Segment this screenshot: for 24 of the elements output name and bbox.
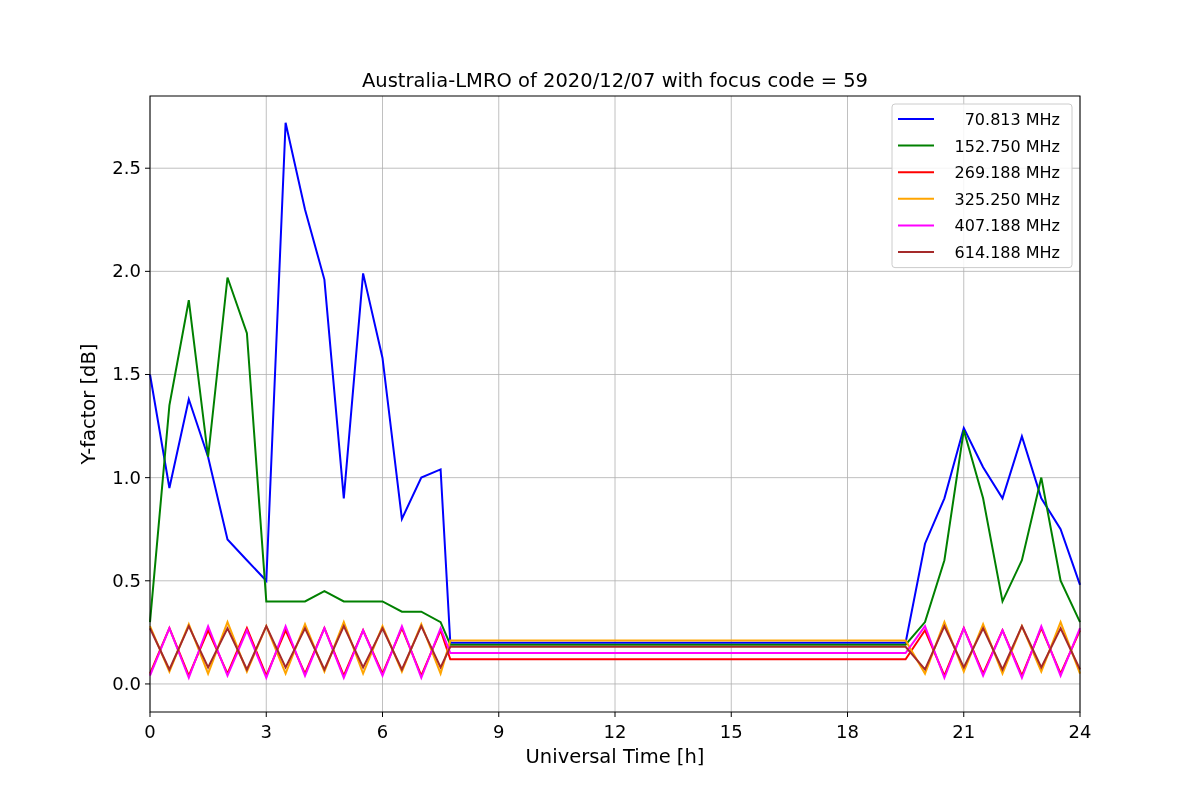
legend-label: 325.250 MHz: [954, 189, 1060, 209]
tick-label: 6: [376, 721, 389, 742]
legend-label: 614.188 MHz: [954, 243, 1060, 262]
tick-label: 1.0: [112, 466, 141, 488]
legend-label: 269.188 MHz: [954, 163, 1060, 183]
tick-label: 0: [144, 721, 156, 742]
tick-label: 12: [603, 721, 627, 742]
x-axis-label: Universal Time [h]: [525, 745, 705, 768]
tick-label: 24: [1068, 721, 1092, 742]
legend-label: 407.188 MHz: [954, 216, 1060, 236]
tick-label: 9: [493, 721, 505, 742]
tick-label: 0.5: [112, 569, 141, 591]
tick-label: 2.5: [112, 157, 141, 179]
legend-label: 70.813 MHz: [964, 110, 1060, 129]
tick-label: 2.0: [112, 260, 141, 282]
tick-label: 21: [952, 721, 976, 742]
tick-label: 15: [719, 721, 743, 742]
chart-title: Australia-LMRO of 2020/12/07 with focus code = 59: [362, 69, 868, 92]
tick-label: 1.5: [112, 363, 141, 385]
tick-label: 3: [260, 721, 272, 742]
tick-label: 18: [836, 721, 859, 742]
legend-label: 152.750 MHz: [954, 136, 1060, 156]
tick-label: 0.0: [112, 672, 141, 694]
y-axis-label: Y-factor [dB]: [77, 343, 100, 465]
